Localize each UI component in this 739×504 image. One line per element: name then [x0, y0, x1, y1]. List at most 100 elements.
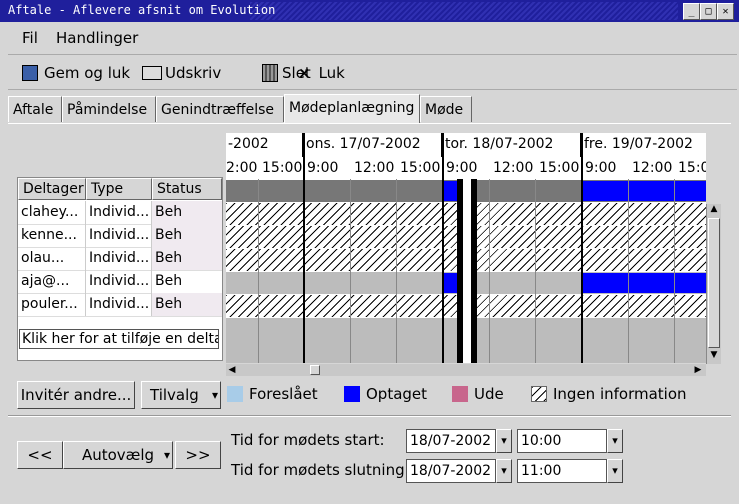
maximize-button[interactable]: □	[700, 3, 717, 20]
table-row[interactable]: clahey... Individ... Beh	[18, 201, 222, 225]
dropdown-arrow-icon: ▾	[211, 388, 218, 402]
meeting-end-handle[interactable]	[471, 179, 477, 363]
day-divider	[303, 133, 305, 363]
title-bar-pattern	[250, 2, 678, 20]
scroll-right-icon[interactable]: ▶	[692, 364, 704, 376]
time-label: 9:00	[446, 160, 478, 176]
date-header: ons. 17/07-2002	[304, 133, 443, 157]
attendee-name: olau...	[18, 247, 86, 270]
title-bar[interactable]: Aftale - Aflevere afsnit om Evolution _ …	[0, 0, 739, 22]
attendee-status: Beh	[152, 293, 222, 316]
time-label: 15:00	[262, 160, 303, 176]
end-date-dropdown[interactable]: ▾	[496, 459, 512, 483]
h-scroll-thumb[interactable]	[310, 365, 320, 375]
attendee-name: aja@...	[18, 270, 86, 293]
window-title: Aftale - Aflevere afsnit om Evolution	[8, 3, 276, 17]
time-label: 15:00	[400, 160, 441, 176]
previous-button[interactable]: <<	[17, 441, 63, 469]
date-header: tor. 18/07-2002	[443, 133, 582, 157]
end-date-field[interactable]: 18/07-2002	[406, 459, 496, 483]
meeting-end-label: Tid for mødets slutning:	[231, 461, 410, 479]
schedule-grid[interactable]: -2002 ons. 17/07-2002 tor. 18/07-2002 fr…	[226, 133, 706, 363]
toolbar: Gem og luk Udskriv Slet × Luk	[8, 57, 737, 90]
tab-reminder[interactable]: Påmindelse	[62, 96, 156, 122]
date-header: fre. 19/07-2002	[582, 133, 706, 157]
table-row[interactable]: aja@... Individ... Beh	[18, 270, 222, 294]
attendee-name: pouler...	[18, 293, 86, 316]
attendee-status: Beh	[152, 201, 222, 224]
attendee-type: Individ...	[86, 293, 152, 316]
hour-gridline	[628, 179, 629, 363]
legend-tentative: Foreslået	[227, 385, 318, 403]
meeting-start-label: Tid for mødets start:	[231, 431, 385, 449]
minimize-button[interactable]: _	[683, 3, 700, 20]
next-button[interactable]: >>	[175, 441, 221, 469]
attendee-type: Individ...	[86, 201, 152, 224]
hour-gridline	[535, 179, 536, 363]
save-close-button[interactable]: Gem og luk	[22, 62, 130, 84]
attendee-list[interactable]: Deltager Type Status clahey... Individ..…	[17, 177, 223, 361]
meeting-selection[interactable]	[463, 179, 471, 363]
tab-meeting[interactable]: Møde	[420, 96, 472, 122]
attendee-header[interactable]: Deltager	[18, 178, 86, 200]
day-divider	[442, 133, 444, 363]
legend-swatch	[531, 386, 547, 402]
autopick-button[interactable]: Autovælg ▾	[63, 441, 173, 469]
print-button[interactable]: Udskriv	[142, 62, 221, 84]
end-time-dropdown[interactable]: ▾	[607, 459, 623, 483]
start-time-dropdown[interactable]: ▾	[607, 429, 623, 453]
type-header[interactable]: Type	[86, 178, 152, 200]
attendee-status: Beh	[155, 273, 183, 289]
status-header[interactable]: Status	[152, 178, 222, 200]
time-label: 9:00	[585, 160, 617, 176]
legend-busy: Optaget	[344, 385, 427, 403]
separator	[8, 415, 731, 417]
menu-bar: Fil Handlinger	[8, 24, 737, 55]
table-row[interactable]: kenne... Individ... Beh	[18, 224, 222, 248]
close-icon: ×	[298, 64, 311, 82]
hour-gridline	[258, 179, 259, 363]
busy-block	[582, 273, 706, 293]
hour-gridline	[350, 179, 351, 363]
time-label: 12:00	[354, 160, 395, 176]
time-label: 9:00	[307, 160, 339, 176]
menu-file[interactable]: Fil	[22, 29, 38, 47]
time-label: 2:00	[226, 160, 258, 176]
tab-scheduling[interactable]: Mødeplanlægning	[284, 94, 420, 124]
start-time-field[interactable]: 10:00	[517, 429, 607, 453]
floppy-icon	[22, 65, 38, 81]
trash-icon	[262, 64, 278, 82]
table-row[interactable]: pouler... Individ... Beh	[18, 293, 222, 317]
busy-block	[582, 181, 706, 201]
time-label: 12:00	[493, 160, 534, 176]
time-label: 15:0	[678, 160, 706, 176]
attendee-type: Individ...	[86, 224, 152, 247]
close-window-button[interactable]: ✕	[717, 3, 734, 20]
start-date-dropdown[interactable]: ▾	[496, 429, 512, 453]
menu-actions[interactable]: Handlinger	[56, 29, 138, 47]
dropdown-arrow-icon: ▾	[163, 448, 170, 462]
day-divider	[581, 133, 583, 363]
scroll-thumb[interactable]	[708, 218, 720, 348]
end-time-field[interactable]: 11:00	[517, 459, 607, 483]
add-attendee-field[interactable]: Klik her for at tilføje en deltager	[19, 329, 219, 349]
attendee-status: Beh	[152, 224, 222, 247]
tab-recurrence[interactable]: Genindtræffelse	[156, 96, 284, 122]
horizontal-scrollbar[interactable]: ◀ ▶	[226, 364, 706, 376]
close-button[interactable]: × Luk	[298, 62, 345, 84]
options-button[interactable]: Tilvalg ▾	[141, 381, 221, 409]
table-row[interactable]: olau... Individ... Beh	[18, 247, 222, 271]
time-label: 15:00	[539, 160, 580, 176]
time-label: 12:00	[632, 160, 673, 176]
scroll-left-icon[interactable]: ◀	[226, 364, 238, 376]
invite-others-button[interactable]: Invitér andre...	[17, 381, 135, 409]
legend-swatch	[452, 386, 468, 402]
scroll-down-icon[interactable]: ▼	[708, 350, 720, 362]
vertical-scrollbar[interactable]: ▲ ▼	[706, 204, 721, 364]
tab-appointment[interactable]: Aftale	[8, 96, 62, 122]
scroll-up-icon[interactable]: ▲	[708, 204, 720, 216]
legend-swatch	[227, 386, 243, 402]
start-date-field[interactable]: 18/07-2002	[406, 429, 496, 453]
hour-gridline	[396, 179, 397, 363]
legend-noinfo: Ingen information	[531, 385, 687, 403]
